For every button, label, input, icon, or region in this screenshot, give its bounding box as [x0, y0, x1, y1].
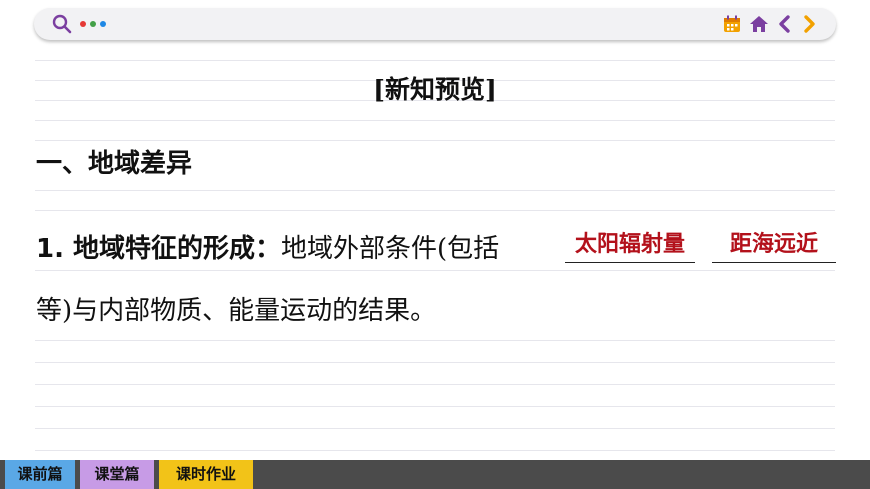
- answer-2-text: 距海远近: [729, 231, 818, 257]
- bottom-tab-bar: 课前篇 课堂篇 课时作业: [0, 460, 870, 489]
- chevron-left-icon[interactable]: [776, 13, 794, 35]
- section-title: [新知预览]: [373, 75, 497, 104]
- tab-pre-class[interactable]: 课前篇: [5, 460, 75, 489]
- tab-in-class-label: 课堂篇: [94, 465, 140, 483]
- nav-icons: [722, 13, 818, 35]
- item-1-line: 1. 地域特征的形成：地域外部条件(包括: [36, 228, 499, 265]
- calendar-icon[interactable]: [722, 14, 742, 34]
- chevron-right-icon[interactable]: [800, 13, 818, 35]
- tab-in-class[interactable]: 课堂篇: [80, 460, 154, 489]
- tab-pre-class-label: 课前篇: [17, 465, 63, 483]
- dot-blue: [100, 21, 106, 27]
- item-1-text: 地域外部条件(包括: [281, 234, 500, 264]
- answer-blank-1: 太阳辐射量: [565, 230, 695, 263]
- dot-green: [90, 21, 96, 27]
- answer-blank-2: 距海远近: [712, 230, 836, 263]
- search-icon[interactable]: [52, 14, 72, 34]
- dot-red: [80, 21, 86, 27]
- home-icon[interactable]: [748, 13, 770, 35]
- tab-homework[interactable]: 课时作业: [159, 460, 253, 489]
- tab-homework-label: 课时作业: [175, 465, 236, 483]
- more-dots-icon[interactable]: [80, 21, 106, 27]
- item-1-continuation: 等)与内部物质、能量运动的结果。: [36, 296, 437, 326]
- answer-1-text: 太阳辐射量: [574, 231, 685, 257]
- heading-regional-difference: 一、地域差异: [36, 149, 193, 179]
- top-toolbar: [34, 8, 836, 40]
- item-1-lead: 1. 地域特征的形成：: [36, 234, 282, 264]
